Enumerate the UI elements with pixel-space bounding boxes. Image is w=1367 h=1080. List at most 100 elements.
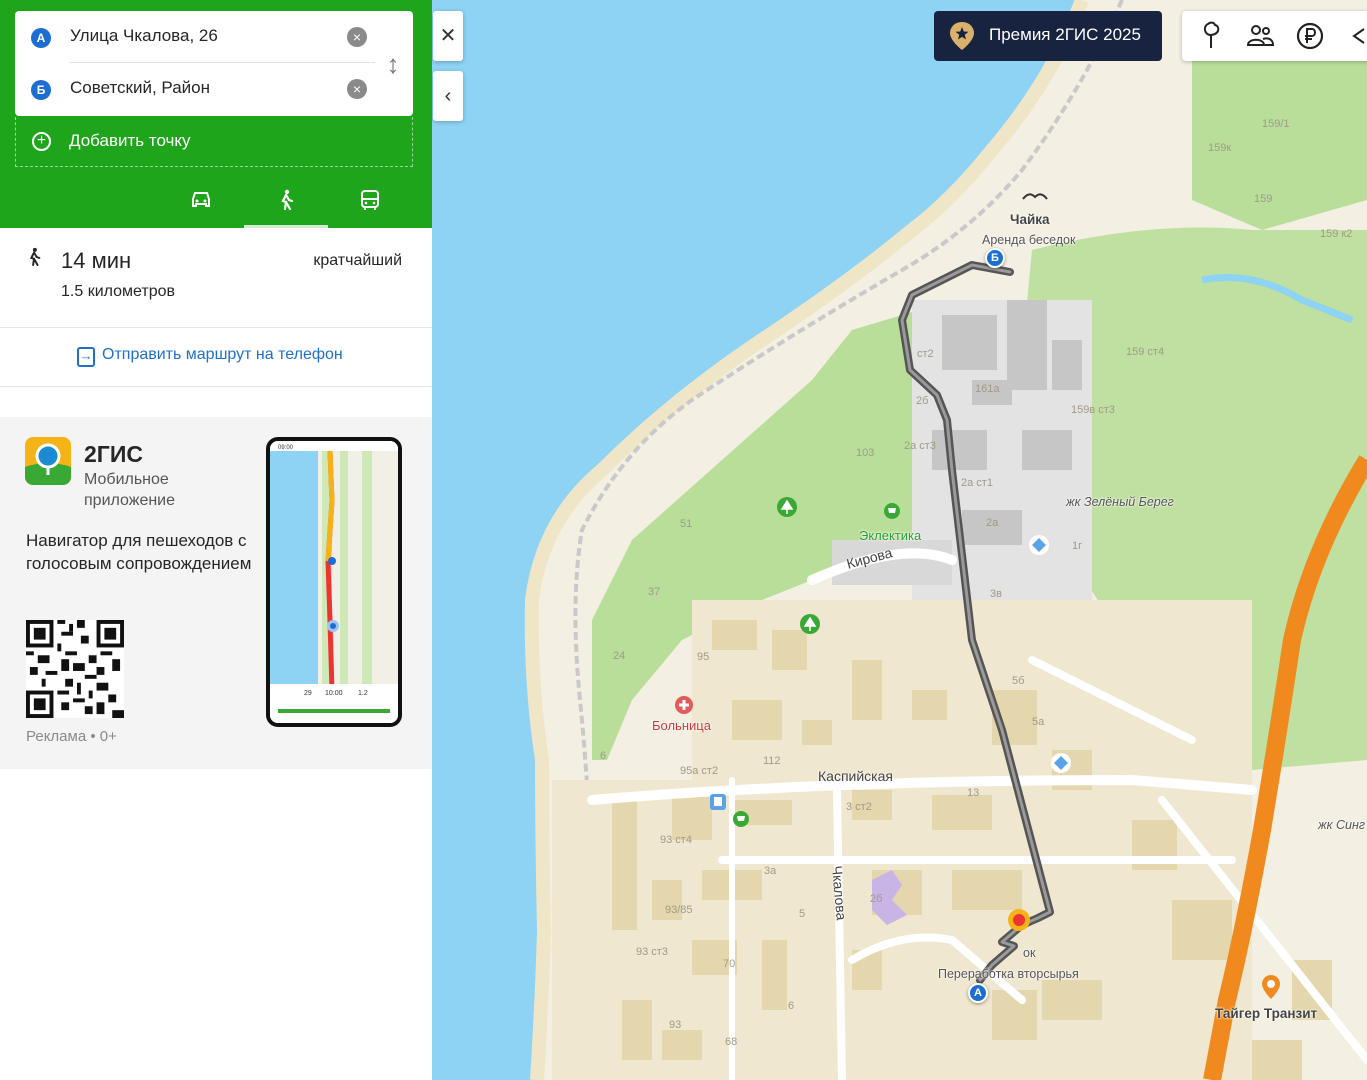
swap-points-icon[interactable]: ↕ <box>382 45 404 83</box>
point-b-input[interactable]: Советский, Район <box>70 78 210 98</box>
phone-stat-1: 29 <box>304 690 312 697</box>
point-b-marker: Б <box>31 80 51 100</box>
building-number: 159 <box>1254 193 1273 205</box>
mode-transit-tab[interactable] <box>328 180 412 228</box>
building-number: 24 <box>613 650 626 662</box>
building-number: 93 ст4 <box>660 834 692 846</box>
shop-cart-icon[interactable] <box>884 503 900 519</box>
qr-code-icon[interactable] <box>26 620 124 718</box>
building-number: 93 ст3 <box>636 946 668 958</box>
map-toolbar <box>1182 11 1367 61</box>
building-number: 93/85 <box>665 904 693 916</box>
mode-car-tab[interactable] <box>159 180 243 228</box>
building-number: 37 <box>648 586 661 598</box>
route-duration: 14 мин <box>61 248 132 273</box>
park-tree-icon[interactable] <box>776 496 798 518</box>
taiger-pin-icon[interactable] <box>1261 974 1281 1000</box>
phone-preview-image: 09:00 29 10:00 1.2 <box>266 437 402 727</box>
send-route-label: Отправить маршрут на телефон <box>102 346 343 363</box>
building-number: 2а ст3 <box>904 440 936 452</box>
clear-point-a-icon[interactable]: × <box>347 27 367 47</box>
seagull-icon[interactable] <box>1021 189 1049 203</box>
recycling-pin-icon[interactable] <box>1007 908 1031 934</box>
building-number: 95 <box>697 651 710 663</box>
building-number: 2б <box>916 395 929 407</box>
add-point-label: Добавить точку <box>69 131 191 150</box>
clear-point-b-icon[interactable]: × <box>347 79 367 99</box>
shop-cart-icon[interactable] <box>733 811 749 827</box>
label-kaspiyskaya-street: Каспийская <box>818 768 893 784</box>
route-pin-a[interactable]: А <box>968 983 988 1003</box>
building-number: 5 <box>799 908 806 920</box>
send-route-to-phone-link[interactable]: → Отправить маршрут на телефон <box>0 329 432 387</box>
route-summary[interactable]: 14 мин 1.5 километров кратчайший <box>0 228 432 328</box>
diamond-poi-icon[interactable] <box>1028 534 1050 556</box>
building-number: 3в <box>990 588 1002 600</box>
ad-description: Навигатор для пешеходов с голосовым сопр… <box>26 531 252 573</box>
map-canvas[interactable]: Б А Чайка Аренда беседок жк Зелёный Бере… <box>432 0 1367 1080</box>
premium-award-button[interactable]: Премия 2ГИС 2025 <box>934 11 1162 61</box>
pedestrian-icon <box>281 189 294 211</box>
label-eklektika[interactable]: Эклектика <box>859 528 921 543</box>
bus-stop-icon[interactable] <box>710 794 726 810</box>
label-zhk-sin[interactable]: жк Синг <box>1318 818 1365 832</box>
building-number: 2а <box>986 517 999 529</box>
leaf-tree-icon[interactable] <box>1196 21 1226 51</box>
route-distance: 1.5 километров <box>61 283 176 300</box>
point-b-row[interactable]: Б Советский, Район × <box>15 63 375 115</box>
add-point-button[interactable]: + Добавить точку <box>15 117 413 167</box>
mode-walk-tab[interactable] <box>244 180 328 228</box>
ad-app-title: 2ГИС <box>84 441 143 467</box>
label-ok[interactable]: ок <box>1023 946 1035 960</box>
point-a-marker: А <box>31 28 51 48</box>
chevron-icon[interactable] <box>1348 21 1367 51</box>
building-number: 93 <box>669 1019 682 1031</box>
collapse-panel-button[interactable]: ‹ <box>433 71 463 121</box>
building-number: 159в ст3 <box>1071 404 1115 416</box>
phone-stat-2: 10:00 <box>325 690 343 697</box>
close-route-button[interactable]: ✕ <box>433 11 463 61</box>
building-number: 3 ст2 <box>846 801 872 813</box>
label-bolnitsa[interactable]: Больница <box>652 718 711 733</box>
building-number: 70 <box>723 958 736 970</box>
people-icon[interactable] <box>1245 21 1275 51</box>
2gis-logo-icon <box>25 437 71 485</box>
building-number: 3а <box>764 865 777 877</box>
building-number: 159к <box>1208 142 1232 154</box>
building-number: 68 <box>725 1036 738 1048</box>
park-tree-icon[interactable] <box>799 613 821 635</box>
label-arenda[interactable]: Аренда беседок <box>982 233 1075 247</box>
route-pin-b[interactable]: Б <box>985 248 1005 268</box>
premium-label: Премия 2ГИС 2025 <box>989 25 1141 44</box>
diamond-poi-icon[interactable] <box>1050 752 1072 774</box>
building-number: 5а <box>1032 716 1045 728</box>
hospital-icon[interactable] <box>674 695 694 715</box>
ruble-icon[interactable] <box>1295 21 1325 51</box>
building-number: 159 к2 <box>1320 228 1353 240</box>
label-zeleny-bereg[interactable]: жк Зелёный Берег <box>1066 495 1174 509</box>
phone-time: 09:00 <box>278 445 294 451</box>
building-number: 95а ст2 <box>680 765 719 777</box>
ad-disclaimer: Реклама • 0+ <box>26 728 117 745</box>
building-number: 5б <box>1012 675 1025 687</box>
send-to-phone-icon: → <box>77 347 95 367</box>
close-icon: ✕ <box>439 25 457 47</box>
building-number: 2б <box>870 893 883 905</box>
building-number: ст2 <box>917 348 934 360</box>
label-pererabotka[interactable]: Переработка вторсырья <box>938 967 1079 981</box>
building-number: 103 <box>856 447 875 459</box>
bus-icon <box>361 190 379 210</box>
building-number: 1г <box>1072 540 1083 552</box>
plus-circle-icon: + <box>32 132 51 151</box>
pedestrian-icon <box>26 247 42 273</box>
route-kind-label: кратчайший <box>313 252 402 269</box>
point-a-input[interactable]: Улица Чкалова, 26 <box>70 26 218 46</box>
app-ad-banner[interactable]: 2ГИС Мобильное приложение Навигатор для … <box>0 417 432 769</box>
label-taiger[interactable]: Тайгер Транзит <box>1215 1006 1317 1021</box>
chevron-left-icon: ‹ <box>444 85 452 107</box>
building-number: 6 <box>788 1000 795 1012</box>
phone-stat-3: 1.2 <box>358 690 368 697</box>
label-chaika[interactable]: Чайка <box>1010 212 1050 227</box>
building-number: 159/1 <box>1262 118 1290 130</box>
point-a-row[interactable]: А Улица Чкалова, 26 × <box>15 11 375 63</box>
